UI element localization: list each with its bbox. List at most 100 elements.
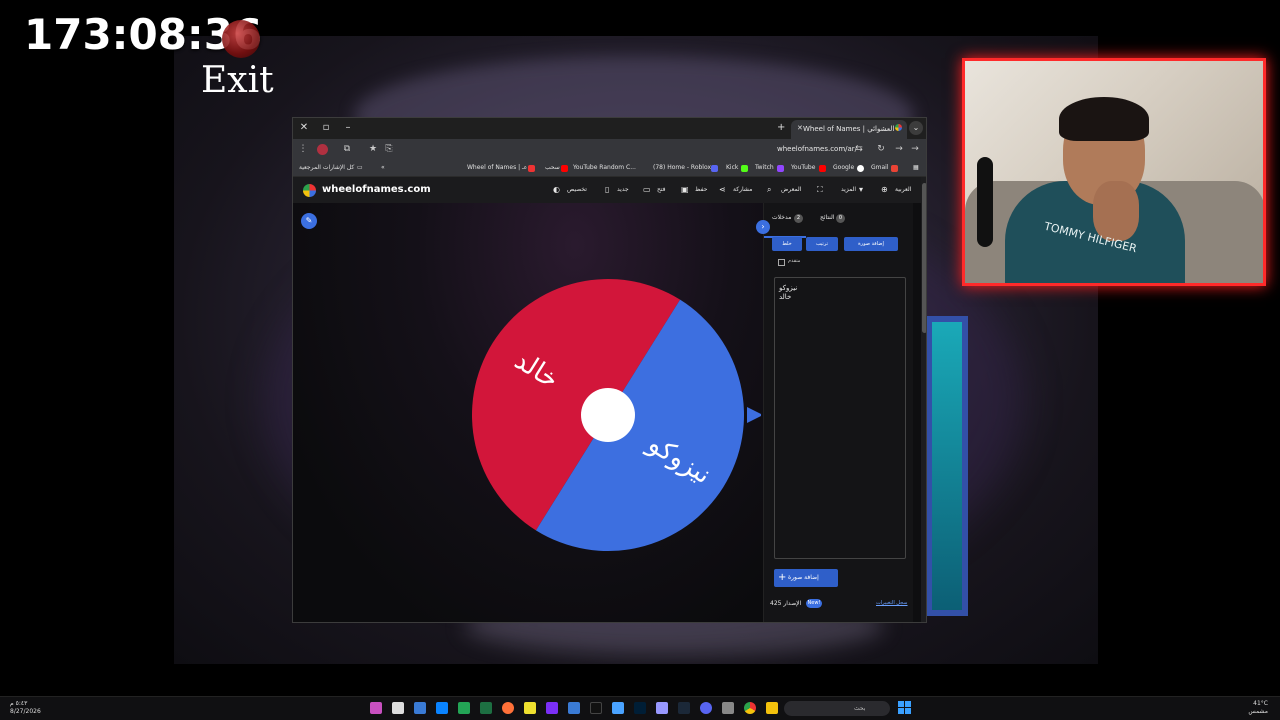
kick-icon <box>741 165 748 172</box>
globe-icon: ⊕ <box>881 185 888 194</box>
minimize-icon[interactable]: – <box>341 121 355 135</box>
youtube-icon <box>561 165 568 172</box>
app-icon[interactable] <box>436 702 448 714</box>
app-icon[interactable] <box>568 702 580 714</box>
site-logo-icon[interactable] <box>303 184 316 197</box>
bookmark-star-icon[interactable]: ★ <box>367 143 379 155</box>
wheel[interactable]: خالد نيزوكو <box>471 277 761 567</box>
entries-textarea[interactable]: نيزوكو خالد <box>774 277 906 559</box>
reload-icon[interactable]: ↻ <box>875 143 887 155</box>
app-icon[interactable] <box>524 702 536 714</box>
shuffle-button[interactable]: خلط <box>772 237 802 251</box>
nav-save[interactable]: حفظ <box>695 186 707 193</box>
nav-share[interactable]: مشاركة <box>733 186 752 193</box>
close-window-icon[interactable]: ✕ <box>297 121 311 135</box>
app-icon[interactable] <box>612 702 624 714</box>
nav-new[interactable]: جديد <box>617 186 629 193</box>
bookmark-twitch[interactable]: Twitch <box>755 164 774 171</box>
tiktok-icon[interactable] <box>590 702 602 714</box>
nav-more[interactable]: المزيد <box>841 186 856 193</box>
panel-tabs: › مدخلات 2 النتائج 0 <box>756 211 913 238</box>
webcam-person-hand <box>1093 181 1139 241</box>
entries-count-badge: 2 <box>794 214 803 223</box>
start-windows-icon[interactable] <box>898 701 911 714</box>
photoshop-icon[interactable] <box>634 702 646 714</box>
excel-icon[interactable] <box>480 702 492 714</box>
bookmarks-bar: كل الإشارات المرجعية ▭ « Wheel of Names … <box>293 161 926 177</box>
sort-button[interactable]: ترتيب <box>806 237 838 251</box>
bookmark-roblox[interactable]: (78) Home - Roblox <box>653 164 711 171</box>
gmail-icon <box>891 165 898 172</box>
premiere-icon[interactable] <box>656 702 668 714</box>
microphone-icon <box>977 157 993 247</box>
new-tab-button[interactable]: + <box>777 122 785 133</box>
app-icon[interactable] <box>414 702 426 714</box>
tab-grid-icon[interactable]: ▦ <box>913 164 919 171</box>
add-image-label: إضافة صورة <box>858 241 884 247</box>
firefox-icon[interactable] <box>502 702 514 714</box>
profile-avatar-icon[interactable] <box>317 144 328 155</box>
wheel-center-hub[interactable] <box>581 388 635 442</box>
bookmark-draw[interactable]: سحب <box>545 164 560 171</box>
chrome-icon[interactable] <box>744 702 756 714</box>
bookmark-all-folder[interactable]: كل الإشارات المرجعية <box>299 164 354 171</box>
webcam-overlay: TOMMY HILFIGER <box>962 58 1266 286</box>
maximize-icon[interactable]: ▫ <box>319 121 333 135</box>
url-field[interactable]: wheelofnames.com/ar/ <box>777 145 857 153</box>
tab-entries[interactable]: مدخلات <box>772 214 791 221</box>
wheel-favicon-icon <box>895 124 902 131</box>
changelog-link[interactable]: سجل التغييرات <box>876 600 908 606</box>
app-icon[interactable] <box>370 702 382 714</box>
nav-open[interactable]: فتح <box>657 186 666 193</box>
bookmark-youtube-random[interactable]: YouTube Random C... <box>573 164 636 171</box>
app-icon[interactable] <box>546 702 558 714</box>
scroll-thumb[interactable] <box>922 183 926 333</box>
bookmark-google[interactable]: Google <box>833 164 854 171</box>
add-entry-image-button[interactable]: + إضافة صورة <box>774 569 838 587</box>
results-count-badge: 0 <box>836 214 845 223</box>
page-scrollbar[interactable] <box>921 177 926 622</box>
taskbar-weather[interactable]: 41°C مشمس <box>1248 700 1268 716</box>
site-settings-icon[interactable]: ⇆ <box>853 143 865 155</box>
steam-icon[interactable] <box>678 702 690 714</box>
tab-results[interactable]: النتائج <box>820 214 835 221</box>
taskbar-search[interactable]: بحث <box>784 701 890 716</box>
site-header: wheelofnames.com ◐ تخصيص ▯ جديد ▭ فتح ▣ … <box>293 177 921 203</box>
taskbar-clock[interactable]: ٥:٤٣ م 8/27/2026 <box>10 700 41 716</box>
edit-pencil-icon[interactable]: ✎ <box>301 213 317 229</box>
search-icon: ⌕ <box>767 185 772 194</box>
nav-gallery[interactable]: المعرض <box>781 186 801 193</box>
xbox-icon[interactable] <box>458 702 470 714</box>
forward-icon[interactable]: → <box>893 143 905 155</box>
advanced-checkbox[interactable] <box>778 259 785 266</box>
menu-dots-icon[interactable]: ⋮ <box>297 143 309 155</box>
add-image-button[interactable]: إضافة صورة <box>844 237 898 251</box>
add-entry-label: إضافة صورة <box>788 574 819 581</box>
tab-search-icon[interactable]: ⌄ <box>909 121 923 135</box>
app-icon[interactable] <box>392 702 404 714</box>
bookmark-wheel[interactable]: Wheel of Names | عـ... <box>467 164 533 171</box>
site-title[interactable]: wheelofnames.com <box>322 184 431 195</box>
bookmark-youtube[interactable]: YouTube <box>791 164 815 171</box>
close-tab-icon[interactable]: ✕ <box>797 124 803 132</box>
stream-stage: 173:08:36 Exit TOMMY HILFIGER ✕ ▫ – + Wh… <box>0 0 1280 720</box>
fullscreen-icon[interactable]: ⛶ <box>817 185 823 195</box>
discord-icon[interactable] <box>700 702 712 714</box>
chevron-icon[interactable]: « <box>381 164 385 171</box>
nav-customize[interactable]: تخصيص <box>567 186 587 193</box>
bookmark-kick[interactable]: Kick <box>726 164 738 171</box>
new-badge: New! <box>806 599 822 608</box>
folder-icon: ▭ <box>357 164 363 171</box>
entries-panel: › مدخلات 2 النتائج 0 خلط ترتيب إضافة صور… <box>756 203 913 622</box>
address-bar: ⋮ ⧉ ★ ⎘ wheelofnames.com/ar/ ⇆ ↻ → → <box>293 139 926 161</box>
bookmark-gmail[interactable]: Gmail <box>871 164 889 171</box>
wheel-pointer-icon <box>747 407 761 423</box>
back-icon[interactable]: → <box>909 143 921 155</box>
tab-wheel-of-names[interactable]: Wheel of Names | العشوائي <box>791 120 907 139</box>
screenshot-icon[interactable]: ⎘ <box>383 143 395 155</box>
extensions-icon[interactable]: ⧉ <box>341 143 353 155</box>
file-explorer-icon[interactable] <box>766 702 778 714</box>
app-icon[interactable] <box>722 702 734 714</box>
collapse-panel-icon[interactable]: › <box>756 220 770 234</box>
nav-language[interactable]: العربية <box>895 186 911 193</box>
